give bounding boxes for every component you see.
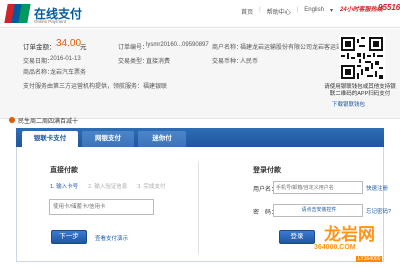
brand-subtitle: Online Payment bbox=[34, 19, 67, 24]
next-button[interactable]: 下一步 bbox=[51, 230, 87, 244]
card-number-input[interactable] bbox=[49, 199, 154, 215]
watermark-tag: LY364000 bbox=[356, 256, 383, 262]
username-input[interactable] bbox=[273, 181, 363, 194]
step-3: 3. 完成支付 bbox=[137, 184, 166, 190]
service-label: 24小时客服热线 bbox=[340, 7, 383, 13]
step-1: 1. 输入卡号 bbox=[50, 184, 79, 190]
currency-label: 交易币种： bbox=[212, 59, 243, 65]
type-value: 直接消费 bbox=[146, 59, 171, 65]
amount-value: 34.00 bbox=[56, 38, 82, 49]
currency-value: 人民币 bbox=[240, 59, 259, 65]
amount-unit: 元 bbox=[80, 44, 87, 51]
install-control-field[interactable]: 请点击安装控件 bbox=[273, 204, 363, 217]
register-link[interactable]: 快速注册 bbox=[366, 184, 388, 192]
nav-home-link[interactable]: 首页 bbox=[241, 7, 253, 16]
tab-online-banking[interactable]: 网银支付 bbox=[82, 131, 134, 147]
qr-code-icon bbox=[341, 37, 383, 79]
demo-link[interactable]: 查看支付演示 bbox=[95, 234, 128, 242]
tab-mini-pay[interactable]: 迷你付 bbox=[138, 131, 186, 147]
provider-notice: 支付服务由第三方运营机构提供，领航服务：福建银联 bbox=[23, 84, 168, 90]
watermark-url: 364000.COM bbox=[314, 244, 356, 251]
login-pay-title: 登录付款 bbox=[253, 167, 281, 174]
order-no-value: lysmr20160...09590897 bbox=[146, 42, 209, 48]
product-label: 商品名称： bbox=[23, 70, 54, 76]
download-wallet-link[interactable]: 下载银联钱包 bbox=[332, 100, 365, 108]
tab-unionpay-card[interactable]: 银联卡支付 bbox=[22, 131, 78, 147]
direct-pay-title: 直接付款 bbox=[50, 167, 78, 174]
step-2: 2. 输入验证信息 bbox=[88, 184, 128, 190]
pay-steps: 1. 输入卡号 2. 输入验证信息 3. 完成支付 bbox=[50, 182, 165, 190]
watermark-logo: 龙岩网 bbox=[324, 225, 375, 244]
unionpay-logo bbox=[4, 4, 31, 23]
nav-divider: | bbox=[259, 7, 261, 13]
promo-icon bbox=[9, 117, 15, 123]
forgot-password-link[interactable]: 忘记密码? bbox=[366, 207, 391, 215]
date-value: 2016-01-13 bbox=[50, 56, 81, 62]
promo-notice: 民生周二周四满百减十 bbox=[18, 119, 79, 125]
qr-code bbox=[339, 35, 385, 81]
qr-tip: 请使用银联钱包或其他支持银联二维码的APP扫码支付 bbox=[324, 84, 396, 97]
login-button[interactable]: 登录 bbox=[279, 230, 315, 244]
type-label: 交易类型： bbox=[118, 59, 149, 65]
chevron-down-icon[interactable]: ▾ bbox=[330, 7, 333, 16]
order-no-label: 订单编号： bbox=[118, 45, 149, 51]
nav-help-link[interactable]: 帮助中心 bbox=[267, 7, 291, 16]
merchant-value: 福建龙岩运输股份有限公司龙岩客运站 bbox=[240, 45, 343, 51]
merchant-label: 商户名称： bbox=[212, 45, 243, 51]
product-value: 龙岩汽车票务 bbox=[50, 70, 87, 76]
amount-label: 订单金额： bbox=[23, 44, 56, 51]
top-nav: 首页 | 帮助中心 | English ▾ bbox=[241, 7, 333, 16]
nav-divider: | bbox=[296, 7, 299, 13]
hotline-number: 95516 bbox=[378, 3, 400, 12]
form-divider bbox=[198, 162, 199, 254]
date-label: 交易日期： bbox=[23, 59, 54, 65]
nav-english-link[interactable]: English bbox=[304, 7, 324, 16]
